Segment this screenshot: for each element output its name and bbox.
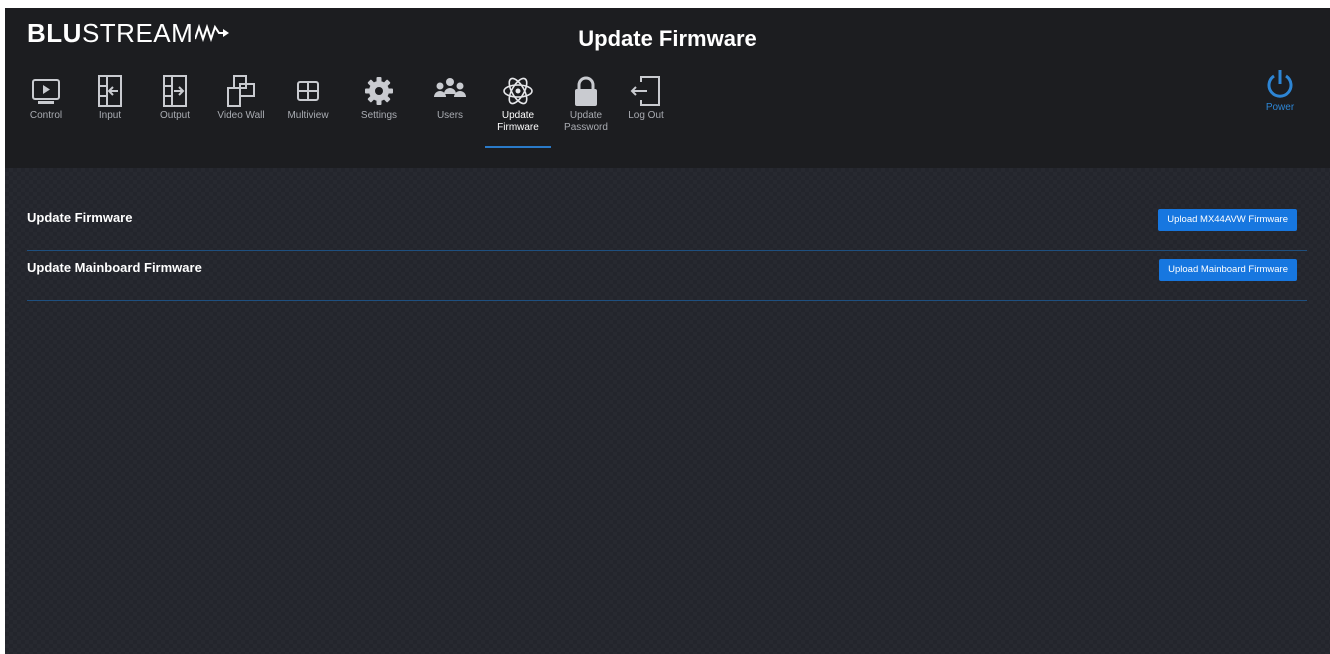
nav-item-label: Video Wall — [217, 110, 265, 121]
nav-item-log-out[interactable]: Log Out — [613, 74, 679, 122]
users-icon — [434, 78, 466, 97]
nav-item-control[interactable]: Control — [13, 74, 79, 122]
power-button[interactable]: Power — [1260, 68, 1300, 113]
nav-item-input[interactable]: Input — [77, 74, 143, 122]
power-label: Power — [1265, 102, 1295, 113]
nav-item-output[interactable]: Output — [142, 74, 208, 122]
row-label: Update Firmware — [27, 210, 133, 225]
nav-item-label: Multiview — [287, 110, 329, 121]
nav-item-label: Input — [98, 110, 122, 121]
nav-item-update-firmware[interactable]: Update Firmware — [485, 74, 551, 148]
header-bar: BLU STREAM Update Firmware Control Input… — [5, 8, 1330, 168]
firmware-list: Update Firmware Upload MX44AVW Firmware … — [27, 201, 1307, 301]
app-window: BLU STREAM Update Firmware Control Input… — [5, 8, 1330, 654]
nav-item-update-password[interactable]: Update Password — [553, 74, 619, 134]
power-icon — [1267, 70, 1293, 98]
nav-item-video-wall[interactable]: Video Wall — [208, 74, 274, 122]
lock-icon — [575, 76, 597, 106]
nav-item-users[interactable]: Users — [417, 74, 483, 122]
nav-item-label: Users — [436, 110, 464, 121]
upload-mx44avw-firmware-button[interactable]: Upload MX44AVW Firmware — [1158, 209, 1297, 231]
nav-item-label: Control — [29, 110, 63, 121]
nav-item-label: Output — [159, 110, 191, 121]
input-arrow-icon — [98, 75, 122, 107]
nav-item-settings[interactable]: Settings — [346, 74, 412, 122]
output-arrow-icon — [163, 75, 187, 107]
nav-item-label: Update Firmware — [497, 110, 539, 133]
monitor-play-icon — [32, 79, 60, 104]
nav-item-label: Log Out — [628, 110, 664, 121]
nav-item-label: Update Password — [564, 110, 608, 133]
gear-icon — [365, 77, 393, 105]
upload-mainboard-firmware-button[interactable]: Upload Mainboard Firmware — [1159, 259, 1297, 281]
atom-icon — [503, 77, 533, 105]
page-title: Update Firmware — [578, 26, 757, 51]
firmware-row-mainboard: Update Mainboard Firmware Upload Mainboa… — [27, 251, 1307, 301]
video-wall-icon — [227, 75, 255, 107]
row-label: Update Mainboard Firmware — [27, 260, 202, 275]
nav-item-label: Settings — [360, 110, 398, 121]
firmware-row-update-firmware: Update Firmware Upload MX44AVW Firmware — [27, 201, 1307, 251]
active-tab-indicator — [485, 146, 551, 148]
nav-item-multiview[interactable]: Multiview — [275, 74, 341, 122]
multiview-grid-icon — [297, 81, 319, 101]
logout-icon — [630, 76, 660, 106]
